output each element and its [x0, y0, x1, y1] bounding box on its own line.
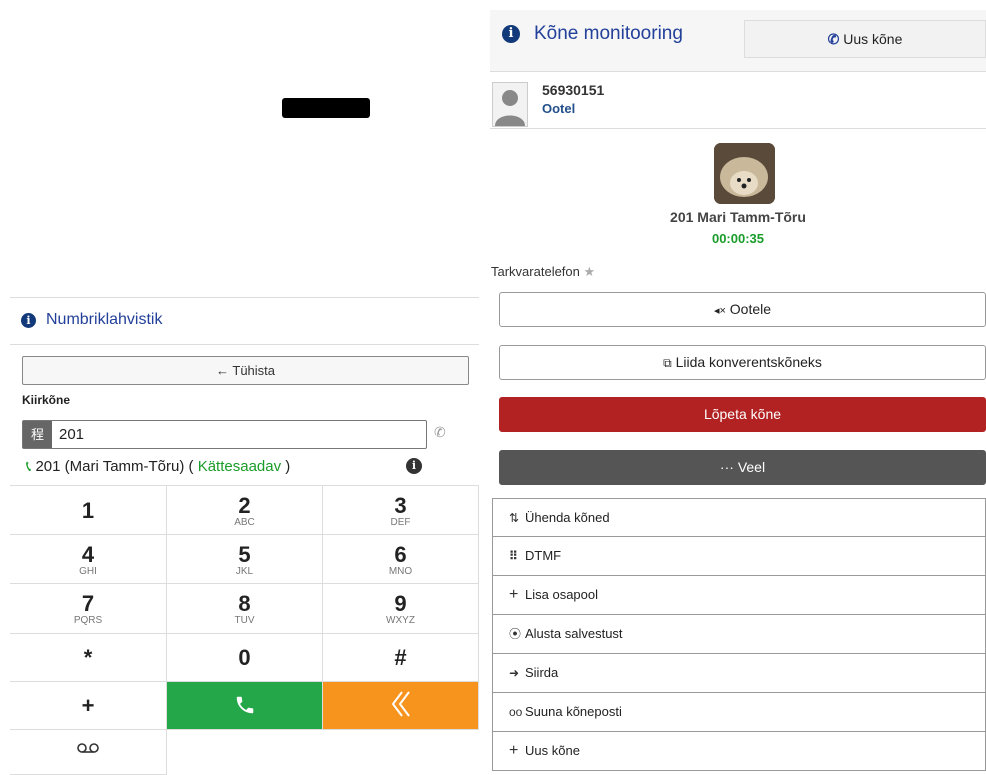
contact-info-icon[interactable]: i	[406, 458, 422, 474]
number-input[interactable]	[59, 424, 419, 444]
menu-item-label: Siirda	[525, 665, 559, 680]
menu-item-dtmf[interactable]: ⠿ DTMF	[492, 537, 986, 576]
keypad-icon: 程	[23, 421, 52, 448]
contact-status: Kättesaadav	[197, 458, 282, 475]
key-3[interactable]: 3 DEF	[323, 486, 479, 535]
menu-item-label: Uus kõne	[525, 743, 580, 758]
menu-item-label: Alusta salvestust	[525, 626, 623, 641]
menu-item-label: Lisa osapool	[525, 587, 598, 602]
key-6[interactable]: 6 MNO	[323, 535, 479, 584]
key-5[interactable]: 5 JKL	[167, 535, 323, 584]
call-button[interactable]	[167, 682, 323, 730]
caller-name: 201 Mari Tamm-Tõru	[670, 209, 806, 225]
arrow-left-icon: ←	[215, 363, 229, 378]
more-button[interactable]: ··· Veel	[499, 450, 986, 485]
double-chevron-left-icon	[391, 691, 410, 717]
key-7[interactable]: 7 PQRS	[10, 584, 167, 634]
hold-label: Ootele	[729, 301, 772, 317]
phone-add-icon: ✆	[827, 31, 840, 47]
mute-speaker-icon: ◂×	[713, 305, 726, 317]
phone-handset-icon	[236, 696, 253, 714]
redacted-block	[282, 98, 370, 118]
info-icon: i	[21, 313, 36, 328]
menu-item-add-party[interactable]: + Lisa osapool	[492, 576, 986, 615]
active-line-row[interactable]: 56930151 Ootel	[490, 74, 986, 129]
new-call-top-label: Uus kõne	[843, 31, 903, 47]
contact-suffix: )	[285, 458, 291, 475]
dialpad-title: Numbriklahvistik	[46, 311, 163, 328]
conference-button[interactable]: ⧉ Liida konverentskõneks	[499, 345, 986, 380]
key-0[interactable]: 0	[167, 634, 323, 682]
voicemail-icon	[77, 743, 99, 753]
hold-button[interactable]: ◂× Ootele	[499, 292, 986, 327]
voicemail-icon: oo	[509, 705, 523, 719]
merge-icon: ⇅	[509, 511, 520, 525]
voicemail-key[interactable]	[10, 730, 167, 775]
menu-item-label: DTMF	[525, 548, 562, 563]
end-call-button[interactable]: Lõpeta kõne	[499, 397, 986, 432]
plus-icon: +	[509, 742, 519, 759]
new-call-top-button[interactable]: ✆ Uus kõne	[744, 20, 986, 58]
plus-icon: +	[509, 586, 519, 603]
more-label: Veel	[737, 459, 766, 475]
avatar	[492, 82, 528, 127]
key-plus[interactable]: +	[10, 682, 167, 730]
menu-item-label: Suuna kõneposti	[525, 704, 622, 719]
caller-photo	[714, 143, 775, 204]
line-state: Ootel	[542, 101, 576, 116]
conference-label: Liida konverentskõneks	[675, 354, 822, 370]
key-9[interactable]: 9 WXYZ	[323, 584, 479, 634]
cancel-button[interactable]: ← Tühista	[22, 356, 469, 385]
key-hash[interactable]: #	[323, 634, 479, 682]
quick-call-label: Kiirkõne	[22, 393, 71, 407]
end-call-label: Lõpeta kõne	[703, 406, 782, 422]
backspace-button[interactable]	[323, 682, 479, 730]
record-icon: ⦿	[509, 627, 522, 641]
cancel-label: Tühista	[232, 363, 276, 378]
key-1[interactable]: 1	[10, 486, 167, 535]
key-2[interactable]: 2 ABC	[167, 486, 323, 535]
menu-item-start-recording[interactable]: ⦿ Alusta salvestust	[492, 615, 986, 654]
phone-icon: 📞︎	[26, 458, 32, 475]
menu-item-merge-calls[interactable]: ⇅ Ühenda kõned	[492, 498, 986, 537]
number-input-wrapper: 程	[22, 420, 427, 449]
grid-icon: ⠿	[509, 549, 518, 563]
star-icon[interactable]: ★	[584, 264, 596, 279]
conference-icon: ⧉	[663, 356, 672, 370]
menu-item-voicemail[interactable]: oo Suuna kõneposti	[492, 693, 986, 732]
softphone-label: Tarkvaratelefon ★	[491, 264, 595, 280]
contact-suggestion[interactable]: 📞︎ 201 (Mari Tamm-Tõru) ( Kättesaadav )	[26, 458, 290, 475]
more-menu: ⇅ Ühenda kõned ⠿ DTMF + Lisa osapool ⦿ Alust…	[492, 498, 986, 771]
line-number: 56930151	[542, 82, 605, 98]
keypad: 1 2 ABC 3 DEF 4 GHI 5 JKL 6 MNO 7 PQRS 8 TUV 9W…	[10, 485, 479, 775]
menu-item-label: Ühenda kõned	[525, 510, 610, 525]
menu-item-new-call[interactable]: + Uus kõne	[492, 732, 986, 771]
key-4[interactable]: 4 GHI	[10, 535, 167, 584]
menu-item-transfer[interactable]: ➜ Siirda	[492, 654, 986, 693]
monitor-title: Kõne monitooring	[534, 23, 683, 44]
contact-text: 201 (Mari Tamm-Tõru) (	[35, 458, 194, 475]
key-star[interactable]: *	[10, 634, 167, 682]
softphone-text: Tarkvaratelefon	[491, 264, 580, 279]
call-timer: 00:00:35	[711, 231, 765, 246]
key-8[interactable]: 8 TUV	[167, 584, 323, 634]
ellipsis-icon: ···	[719, 459, 734, 475]
info-icon: i	[502, 25, 520, 43]
dialpad-header: i Numbriklahvistik	[10, 297, 479, 345]
transfer-arrow-icon: ➜	[509, 666, 520, 680]
call-out-icon[interactable]: ✆	[434, 424, 446, 441]
